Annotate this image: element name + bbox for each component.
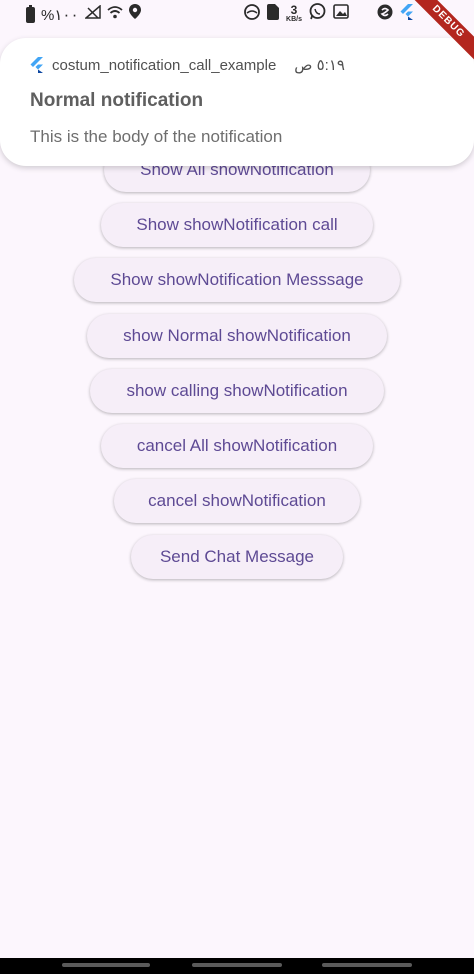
notification-title: Normal notification <box>30 90 204 111</box>
notification-time: ٥:١٩ ص <box>294 57 345 74</box>
speed-value: 3 <box>290 3 298 17</box>
app-icon <box>377 4 393 27</box>
cancel-all-notification-button[interactable]: cancel All showNotification <box>101 424 373 468</box>
wifi-icon <box>106 4 123 26</box>
flutter-icon <box>30 57 44 73</box>
battery-icon <box>26 5 35 23</box>
tethering-icon <box>244 3 260 27</box>
network-speed: 3 KB/s <box>286 3 302 25</box>
signal-icon <box>83 4 101 26</box>
notification-app-name: costum_notification_call_example <box>52 56 277 74</box>
system-nav-bar <box>0 958 474 974</box>
nav-back-button[interactable] <box>322 963 412 967</box>
cancel-notification-button[interactable]: cancel showNotification <box>114 479 360 523</box>
flutter-icon <box>400 3 414 27</box>
show-calling-notification-button[interactable]: show calling showNotification <box>90 369 384 413</box>
status-left: %١٠٠ <box>26 4 141 26</box>
status-right: 3 KB/s <box>244 3 414 27</box>
whatsapp-icon <box>309 3 326 27</box>
sim-icon <box>267 3 280 27</box>
send-chat-message-button[interactable]: Send Chat Message <box>131 535 343 579</box>
show-notification-message-button[interactable]: Show showNotification Messsage <box>74 258 400 302</box>
gallery-icon <box>333 4 349 26</box>
battery-percent: %١٠٠ <box>41 7 79 24</box>
nav-recents-button[interactable] <box>62 963 150 967</box>
notification-card[interactable]: costum_notification_call_example ٥:١٩ ص … <box>0 38 474 166</box>
notification-body: This is the body of the notification <box>30 127 283 146</box>
notification-header: costum_notification_call_example ٥:١٩ ص <box>30 56 345 74</box>
nav-home-button[interactable] <box>192 963 282 967</box>
status-bar: %١٠٠ 3 KB/s DEBUG <box>0 0 474 71</box>
show-normal-notification-button[interactable]: show Normal showNotification <box>87 314 387 358</box>
speed-unit: KB/s <box>286 16 302 23</box>
location-icon <box>128 4 141 26</box>
show-notification-call-button[interactable]: Show showNotification call <box>101 203 373 247</box>
app-screen: %١٠٠ 3 KB/s DEBUG costum_notification_ca… <box>0 0 474 974</box>
